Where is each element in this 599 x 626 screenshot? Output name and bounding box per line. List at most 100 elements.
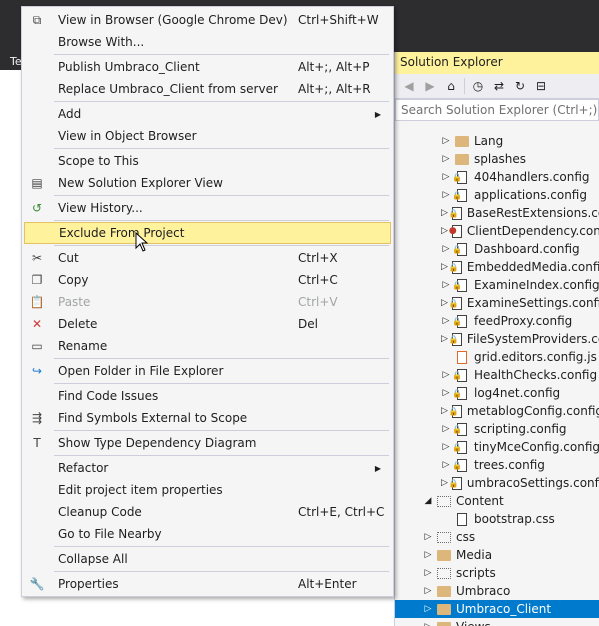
expand-arrow-icon[interactable]: ▷: [441, 172, 451, 182]
expand-arrow-icon[interactable]: ▷: [441, 478, 448, 488]
menu-item-exclude-from-project[interactable]: Exclude From Project: [24, 222, 391, 244]
expand-arrow-icon[interactable]: ▷: [441, 442, 451, 452]
tree-item-scripts[interactable]: ▷ scripts: [395, 564, 599, 582]
tree-item-bootstrap-css[interactable]: bootstrap.css: [395, 510, 599, 528]
tree-item-applications-config[interactable]: ▷ 🔒 applications.config: [395, 186, 599, 204]
expand-arrow-icon[interactable]: ▷: [441, 388, 451, 398]
forward-icon[interactable]: ▶: [422, 78, 438, 94]
menu-item-refactor[interactable]: Refactor ▶: [24, 457, 391, 479]
tree-item-examinesettings-config[interactable]: ▷ 🔒 ExamineSettings.config: [395, 294, 599, 312]
tree-item-label: splashes: [474, 152, 527, 166]
expand-arrow-icon[interactable]: ▷: [441, 208, 448, 218]
menu-item-label: Find Code Issues: [58, 389, 159, 403]
expand-arrow-icon[interactable]: ▷: [423, 532, 433, 542]
menu-item-add[interactable]: Add ▶: [24, 103, 391, 125]
menu-item-publish-umbraco-client[interactable]: Publish Umbraco_Client Alt+;, Alt+P: [24, 56, 391, 78]
collapse-arrow-icon[interactable]: ◢: [423, 496, 433, 506]
expand-arrow-icon[interactable]: ▷: [423, 568, 433, 578]
expand-arrow-icon[interactable]: ▷: [441, 424, 451, 434]
expand-arrow-icon[interactable]: ▷: [423, 586, 433, 596]
menu-separator: [54, 148, 389, 149]
tree-item-label: tinyMceConfig.config: [473, 440, 599, 454]
expand-arrow-icon[interactable]: ▷: [441, 280, 451, 290]
expand-arrow-icon[interactable]: ▷: [441, 190, 451, 200]
tree-item-lang[interactable]: ▷ Lang: [395, 132, 599, 150]
menu-item-find-symbols-external-to-scope[interactable]: ⇶ Find Symbols External to Scope: [24, 407, 391, 429]
tree-item-filesystemproviders-config[interactable]: ▷🔒 FileSystemProviders.config: [395, 330, 599, 348]
tree-item-healthchecks-config[interactable]: ▷ 🔒 HealthChecks.config: [395, 366, 599, 384]
tree-item-baserestextensions-config[interactable]: ▷🔒 BaseRestExtensions.config: [395, 204, 599, 222]
expand-arrow-icon[interactable]: ▷: [441, 370, 451, 380]
refresh-icon[interactable]: ↻: [512, 78, 528, 94]
tree-item-css[interactable]: ▷ css: [395, 528, 599, 546]
expand-arrow-icon[interactable]: ▷: [441, 460, 451, 470]
tree-item-clientdependency-config[interactable]: ▷● ClientDependency.config: [395, 222, 599, 240]
expand-arrow-icon[interactable]: ▷: [441, 154, 451, 164]
menu-item-label: Show Type Dependency Diagram: [58, 436, 257, 450]
sync-icon[interactable]: ⇄: [491, 78, 507, 94]
collapse-icon[interactable]: ⊟: [533, 78, 549, 94]
menu-item-show-type-dependency-diagram[interactable]: T Show Type Dependency Diagram: [24, 432, 391, 454]
menu-item-shortcut: Alt+;, Alt+P: [298, 60, 370, 74]
tree-item-umbraco-client[interactable]: ▷ Umbraco_Client: [395, 600, 599, 618]
menu-item-icon-placeholder: [24, 548, 50, 570]
expand-arrow-icon[interactable]: ▷: [423, 604, 433, 614]
menu-item-cleanup-code[interactable]: Cleanup Code Ctrl+E, Ctrl+C: [24, 501, 391, 523]
expand-arrow-icon[interactable]: ▷: [441, 136, 451, 146]
tree-item-404handlers-config[interactable]: ▷ 🔒 404handlers.config: [395, 168, 599, 186]
expand-arrow-icon[interactable]: ▷: [441, 244, 451, 254]
menu-item-edit-project-item-properties[interactable]: Edit project item properties: [24, 479, 391, 501]
editor-tab[interactable]: Te: [0, 52, 22, 70]
menu-item-find-code-issues[interactable]: Find Code Issues: [24, 385, 391, 407]
menu-separator: [54, 195, 389, 196]
tree-item-media[interactable]: ▷ Media: [395, 546, 599, 564]
expand-arrow-icon[interactable]: ▷: [441, 298, 448, 308]
expand-arrow-icon[interactable]: ▷: [441, 334, 448, 344]
expand-arrow-icon[interactable]: ▷: [423, 550, 433, 560]
expand-arrow-icon[interactable]: ▷: [441, 316, 451, 326]
solution-explorer-search-input[interactable]: Search Solution Explorer (Ctrl+;): [395, 99, 599, 121]
tree-item-tinymceconfig-config[interactable]: ▷ 🔒 tinyMceConfig.config: [395, 438, 599, 456]
menu-item-browse-with[interactable]: Browse With...: [24, 31, 391, 53]
menu-item-delete[interactable]: ✕ Delete Del: [24, 313, 391, 335]
menu-item-scope-to-this[interactable]: Scope to This: [24, 150, 391, 172]
tree-item-views[interactable]: ▷ Views: [395, 618, 599, 626]
menu-item-cut[interactable]: ✂ Cut Ctrl+X: [24, 247, 391, 269]
menu-item-collapse-all[interactable]: Collapse All: [24, 548, 391, 570]
tree-item-examineindex-config[interactable]: ▷ 🔒 ExamineIndex.config: [395, 276, 599, 294]
expand-arrow-icon[interactable]: ▷: [423, 622, 433, 626]
menu-item-view-in-object-browser[interactable]: View in Object Browser: [24, 125, 391, 147]
tree-item-metablogconfig-config[interactable]: ▷ 🔒 metablogConfig.config: [395, 402, 599, 420]
pending-changes-icon[interactable]: ◷: [470, 78, 486, 94]
history-icon: ↺: [31, 201, 43, 215]
tree-item-umbracosettings-config[interactable]: ▷ 🔒 umbracoSettings.config: [395, 474, 599, 492]
menu-item-open-folder-in-file-explorer[interactable]: ↪ Open Folder in File Explorer: [24, 360, 391, 382]
tree-item-splashes[interactable]: ▷ splashes: [395, 150, 599, 168]
tree-item-dashboard-config[interactable]: ▷ 🔒 Dashboard.config: [395, 240, 599, 258]
expand-arrow-icon[interactable]: ▷: [441, 262, 448, 272]
tree-item-scripting-config[interactable]: ▷ 🔒 scripting.config: [395, 420, 599, 438]
menu-item-label: Paste: [58, 295, 91, 309]
menu-item-view-history[interactable]: ↺ View History...: [24, 197, 391, 219]
menu-item-new-solution-explorer-view[interactable]: ▤ New Solution Explorer View: [24, 172, 391, 194]
expand-arrow-icon[interactable]: ▷: [441, 226, 448, 236]
tree-item-log4net-config[interactable]: ▷ 🔒 log4net.config: [395, 384, 599, 402]
tree-item-content[interactable]: ◢ Content: [395, 492, 599, 510]
menu-item-properties[interactable]: 🔧 Properties Alt+Enter: [24, 573, 391, 595]
tree-item-embeddedmedia-config[interactable]: ▷ 🔒 EmbeddedMedia.config: [395, 258, 599, 276]
tree-item-feedproxy-config[interactable]: ▷ 🔒 feedProxy.config: [395, 312, 599, 330]
back-icon[interactable]: ◀: [401, 78, 417, 94]
menu-item-go-to-file-nearby[interactable]: Go to File Nearby: [24, 523, 391, 545]
menu-item-rename[interactable]: ▭ Rename: [24, 335, 391, 357]
expand-arrow-icon[interactable]: ▷: [441, 406, 448, 416]
tree-item-trees-config[interactable]: ▷ 🔒 trees.config: [395, 456, 599, 474]
solution-explorer-title: Solution Explorer: [395, 52, 599, 74]
home-icon[interactable]: ⌂: [443, 78, 459, 94]
menu-item-paste[interactable]: 📋 Paste Ctrl+V: [24, 291, 391, 313]
menu-item-copy[interactable]: ❐ Copy Ctrl+C: [24, 269, 391, 291]
tree-item-grid-editors-config-js[interactable]: grid.editors.config.js: [395, 348, 599, 366]
menu-item-view-in-browser-google-chrome-dev[interactable]: ⧉ View in Browser (Google Chrome Dev) Ctrl…: [24, 9, 391, 31]
tree-item-umbraco[interactable]: ▷ Umbraco: [395, 582, 599, 600]
config-file-icon: 🔒: [452, 170, 469, 184]
menu-item-replace-umbraco-client-from-server[interactable]: Replace Umbraco_Client from server Alt+;,…: [24, 78, 391, 100]
